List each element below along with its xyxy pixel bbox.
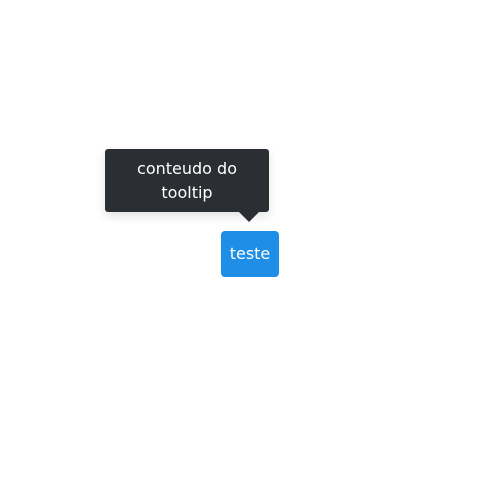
teste-button[interactable]: teste [221, 231, 279, 277]
tooltip-arrow [239, 212, 259, 222]
tooltip-text: conteudo do tooltip [137, 158, 237, 202]
tooltip: conteudo do tooltip [105, 149, 269, 222]
